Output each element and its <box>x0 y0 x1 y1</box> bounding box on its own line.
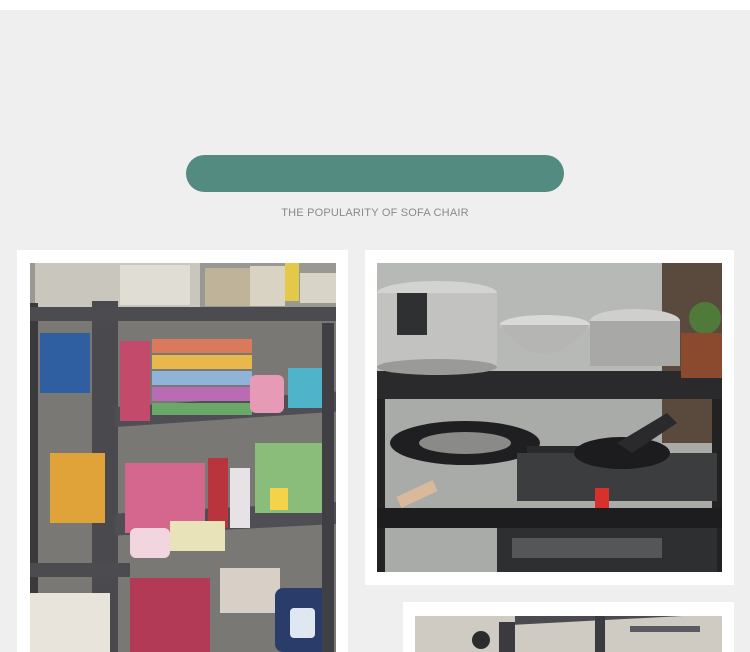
product-photo-card-kitchen-rack[interactable] <box>365 250 734 585</box>
section-title-pill <box>186 155 564 192</box>
kitchen-rack-photo <box>377 263 722 572</box>
bookshelf-photo <box>30 263 336 652</box>
product-photo-card-bookshelf[interactable] <box>17 250 348 652</box>
top-strip <box>0 0 750 10</box>
section-subtitle: THE POPULARITY OF SOFA CHAIR <box>281 207 469 219</box>
metal-shelf-photo <box>415 616 722 652</box>
product-photo-card-metal-shelf[interactable] <box>403 602 734 652</box>
